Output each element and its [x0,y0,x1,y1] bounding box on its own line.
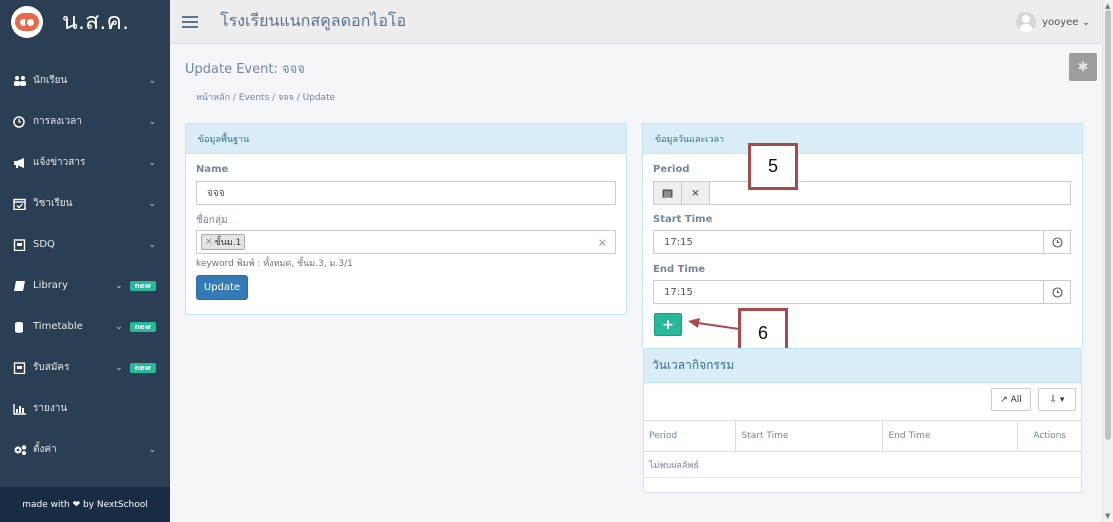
topbar: โรงเรียนแนกสคูลดอกไอโอ yooyee ⌄ [170,0,1102,44]
chevron-down-icon: ⌄ [148,116,156,127]
table-row: ไม่พบผลลัพธ์ [643,451,1082,478]
sidebar-item-label: วิชาเรียน [33,198,73,209]
column-header[interactable]: Period [643,420,735,452]
clipboard-icon [13,361,26,374]
sidebar-item-students[interactable]: นักเรียน ⌄ [0,60,170,101]
sidebar-item-reports[interactable]: รายงาน [0,388,170,429]
clipboard-icon [13,238,26,251]
cogs-icon [14,444,27,455]
database-icon [15,321,23,333]
scroll-thumb[interactable] [1105,10,1111,440]
user-menu[interactable]: yooyee ⌄ [1016,12,1090,32]
show-all-button[interactable]: ↗ All [991,388,1031,411]
sidebar-item-sdq[interactable]: SDQ ⌄ [0,224,170,265]
sidebar-item-news[interactable]: แจ้งข่าวสาร ⌄ [0,142,170,183]
group-tag-label: ชั้นม.1 [214,238,242,248]
users-icon [14,75,26,86]
sidebar-item-label: Timetable [33,321,83,332]
panel-heading: ข้อมูลวันและเวลา [643,124,1082,154]
menu-toggle-icon[interactable] [182,15,198,28]
bar-chart-icon [13,403,26,415]
sidebar-footer: made with ❤ by NextSchool [0,487,170,522]
column-header: Actions [1016,420,1082,452]
name-field[interactable]: จจจ [196,181,616,205]
chevron-down-icon: ⌄ [148,444,156,455]
sidebar-item-label: แจ้งข่าวสาร [33,157,86,168]
chevron-down-icon: ⌄ [148,157,156,168]
activity-heading: วันเวลากิจกรรม [643,348,1082,383]
sidebar: น.ส.ค. นักเรียน ⌄ การลงเวลา ⌄ แจ้งข่าวสา… [0,0,170,522]
name-label: Name [196,164,229,175]
clear-period-icon[interactable]: × [681,181,710,205]
column-header[interactable]: End Time [881,420,1017,452]
table-header-row: Period Start Time End Time Actions [643,420,1082,452]
chevron-down-icon: ⌄ [115,321,123,332]
chevron-down-icon: ⌄ [115,362,123,373]
sidebar-menu: นักเรียน ⌄ การลงเวลา ⌄ แจ้งข่าวสาร ⌄ วิช… [0,60,170,470]
sidebar-item-library[interactable]: Library ⌄ new [0,265,170,306]
sidebar-item-attendance[interactable]: การลงเวลา ⌄ [0,101,170,142]
sidebar-item-admission[interactable]: รับสมัคร ⌄ new [0,347,170,388]
calendar-icon[interactable] [653,181,682,205]
scrollbar[interactable]: ▲ ▼ [1102,0,1113,522]
owl-logo-icon [11,5,43,38]
column-header[interactable]: Start Time [734,420,882,452]
end-time-field[interactable]: 17:15 [653,280,1044,304]
user-name: yooyee ⌄ [1042,16,1090,28]
new-badge: new [129,362,156,373]
avatar [1016,12,1037,32]
sidebar-item-subjects[interactable]: วิชาเรียน ⌄ [0,183,170,224]
scroll-up-icon[interactable]: ▲ [1105,2,1110,10]
activity-table: Period Start Time End Time Actions ไม่พบ… [643,420,1082,478]
sidebar-item-label: รายงาน [33,403,68,414]
new-badge: new [129,321,156,332]
update-button[interactable]: Update [196,275,248,300]
add-time-button[interactable]: + [654,313,682,336]
clock-icon [13,115,25,128]
gear-icon: ✱ [1077,59,1089,75]
calendar-check-icon [13,198,26,210]
sidebar-item-settings[interactable]: ตั้งค่า ⌄ [0,429,170,470]
group-label: ชื่อกลุ่ม [196,215,228,226]
bullhorn-icon [14,157,24,168]
annotation-arrow [688,318,740,330]
chevron-down-icon: ⌄ [148,239,156,250]
group-tag[interactable]: × ชั้นม.1 [201,234,246,250]
sidebar-item-label: การลงเวลา [33,116,82,127]
annotation-box-5: 5 [748,143,798,190]
sidebar-item-label: รับสมัคร [33,362,70,373]
chevron-down-icon: ⌄ [148,198,156,209]
breadcrumb[interactable]: หน้าหลัก / Events / จจจ / Update [196,90,335,104]
export-button[interactable]: ⇩ ▾ [1038,388,1076,411]
clock-icon[interactable] [1043,230,1071,254]
start-time-label: Start Time [653,214,713,225]
period-label: Period [653,164,690,175]
scroll-down-icon[interactable]: ▼ [1105,512,1110,520]
sidebar-item-label: นักเรียน [33,75,68,86]
clock-icon[interactable] [1043,280,1071,304]
end-time-label: End Time [653,264,706,275]
keyword-help-text: keyword พิมพ์ : ทั้งหมด, ชั้นม.3, ม.3/1 [196,259,353,269]
chevron-down-icon: ⌄ [148,75,156,86]
clear-selection-icon[interactable]: × [598,236,607,249]
brand-name: น.ส.ค. [62,7,130,34]
chevron-down-icon: ⌄ [115,280,123,291]
empty-result-text: ไม่พบผลลัพธ์ [643,451,1082,478]
sidebar-item-label: SDQ [33,239,55,250]
new-badge: new [129,280,156,291]
sidebar-item-timetable[interactable]: Timetable ⌄ new [0,306,170,347]
tag-remove-icon[interactable]: × [205,237,213,247]
book-icon [14,280,25,291]
page-title: Update Event: จจจ [185,62,305,77]
basic-info-panel: ข้อมูลพื้นฐาน [185,123,627,315]
start-time-field[interactable]: 17:15 [653,230,1044,254]
brand[interactable]: น.ส.ค. [0,0,170,44]
settings-button[interactable]: ✱ [1069,53,1097,81]
panel-heading: ข้อมูลพื้นฐาน [186,124,626,154]
school-name: โรงเรียนแนกสคูลดอกไอโอ [220,11,407,30]
sidebar-item-label: ตั้งค่า [33,444,57,455]
group-select[interactable]: × ชั้นม.1 × [196,230,616,254]
sidebar-item-label: Library [33,280,68,291]
